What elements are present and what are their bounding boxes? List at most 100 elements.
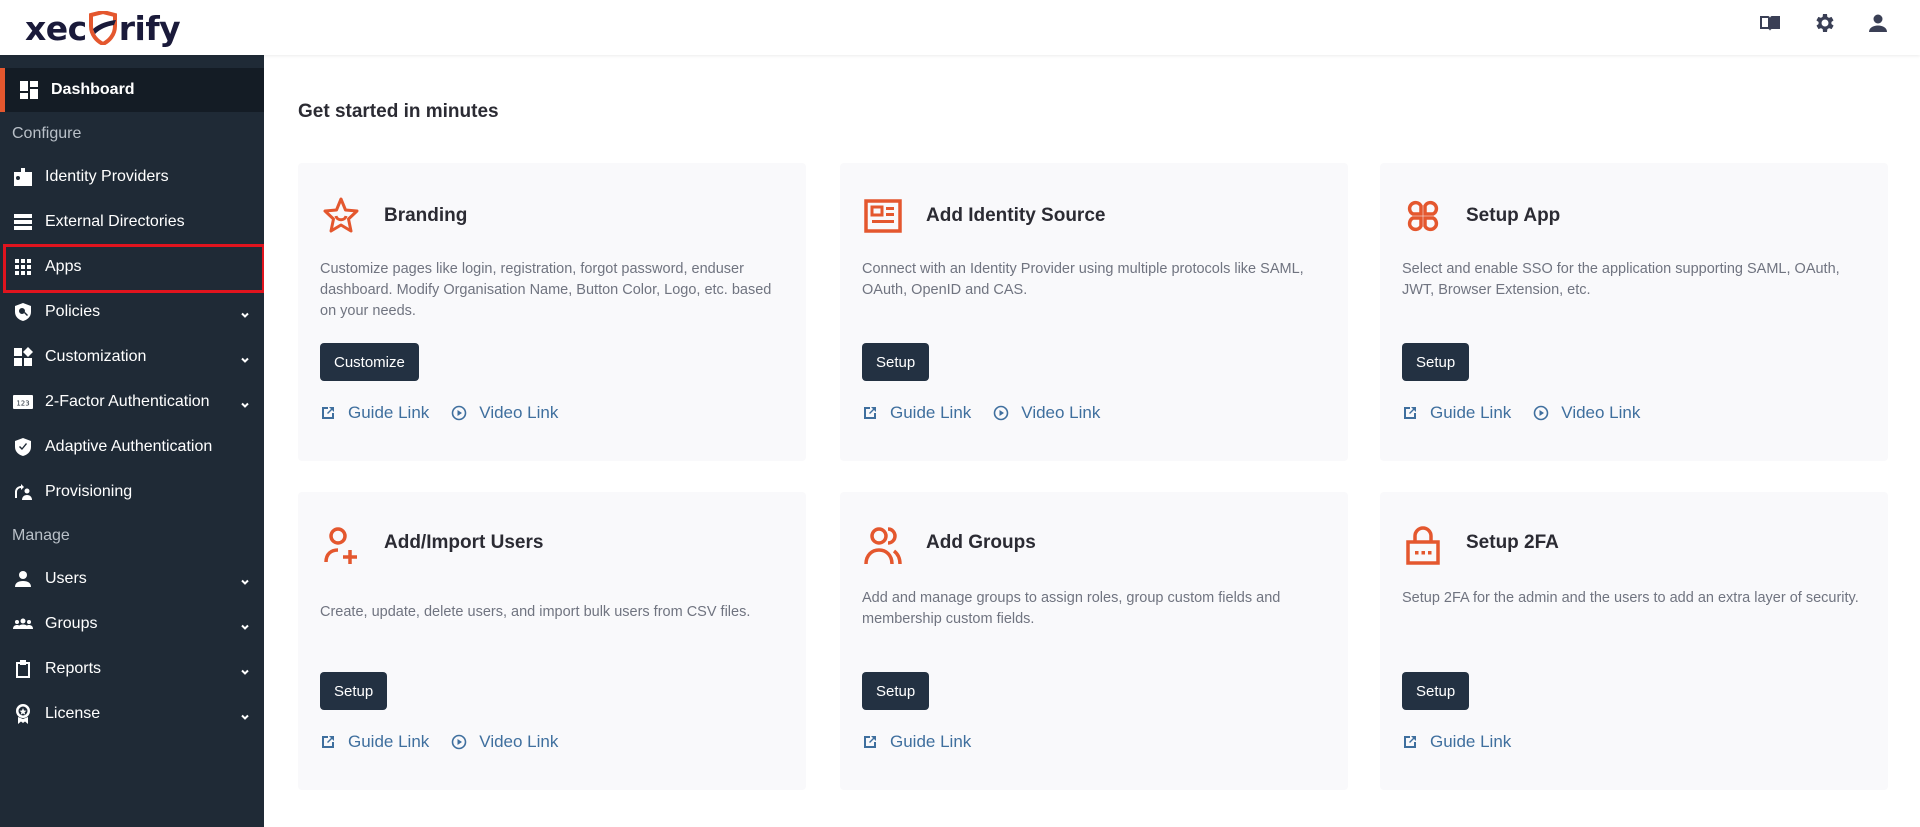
card-title: Setup 2FA	[1466, 532, 1559, 553]
sidebar-item-identity-providers[interactable]: Identity Providers	[0, 155, 264, 199]
chevron-down-icon[interactable]	[240, 397, 250, 408]
id-badge-icon	[12, 166, 34, 188]
sidebar-item-label: Provisioning	[45, 483, 133, 500]
logo[interactable]: xec rify	[25, 6, 181, 50]
sidebar-item-license[interactable]: License	[0, 692, 264, 736]
card-title: Add/Import Users	[384, 532, 544, 553]
guide-link[interactable]: Guide Link	[320, 403, 429, 423]
card-add-groups: Add Groups Add and manage groups to assi…	[840, 492, 1348, 790]
sidebar-item-label: 2-Factor Authentication	[45, 393, 210, 410]
sidebar-item-apps[interactable]: Apps	[0, 245, 264, 289]
video-link[interactable]: Video Link	[451, 403, 558, 423]
sidebar-item-external-directories[interactable]: External Directories	[0, 200, 264, 244]
play-circle-icon	[1533, 405, 1549, 421]
card-setup-app: Setup App Select and enable SSO for the …	[1380, 163, 1888, 461]
video-link[interactable]: Video Link	[993, 403, 1100, 423]
svg-text:123: 123	[16, 400, 29, 408]
shield-search-icon	[12, 301, 34, 323]
sidebar-item-label: Reports	[45, 660, 102, 677]
chevron-down-icon[interactable]	[240, 307, 250, 318]
card-description: Add and manage groups to assign roles, g…	[862, 590, 1281, 627]
setup-button[interactable]: Setup	[862, 672, 930, 710]
setup-button[interactable]: Setup	[1402, 343, 1470, 381]
award-icon	[12, 703, 34, 725]
card-description: Setup 2FA for the admin and the users to…	[1402, 590, 1859, 606]
sidebar-item-adaptive-authentication[interactable]: Adaptive Authentication	[0, 425, 264, 469]
chevron-down-icon[interactable]	[240, 619, 250, 630]
star-icon	[320, 195, 362, 237]
book-icon[interactable]	[1758, 11, 1782, 35]
guide-link[interactable]: Guide Link	[862, 403, 971, 423]
sync-user-icon	[12, 481, 34, 503]
chevron-down-icon[interactable]	[240, 709, 250, 720]
apps-icon	[1402, 195, 1444, 237]
guide-link[interactable]: Guide Link	[1402, 732, 1511, 752]
widgets-icon	[12, 346, 34, 368]
numeric-123-icon: 123	[12, 391, 34, 413]
sidebar-item-label: Apps	[45, 258, 82, 275]
section-label-configure: Configure	[12, 125, 82, 142]
section-label-manage: Manage	[12, 527, 70, 544]
sidebar-item-label: External Directories	[45, 213, 185, 230]
sidebar-item-provisioning[interactable]: Provisioning	[0, 470, 264, 514]
video-link-label: Video Link	[1021, 403, 1101, 422]
sidebar-item-customization[interactable]: Customization	[0, 335, 264, 379]
setup-button[interactable]: Setup	[320, 672, 388, 710]
sidebar-item-reports[interactable]: Reports	[0, 647, 264, 691]
sidebar-item-dashboard[interactable]: Dashboard	[0, 68, 264, 112]
top-header: xec rify	[0, 0, 1920, 55]
guide-link-label: Guide Link	[1430, 403, 1512, 422]
card-title: Add Identity Source	[926, 205, 1106, 226]
card-description: Connect with an Identity Provider using …	[862, 261, 1304, 298]
sidebar-item-label: Users	[45, 570, 87, 587]
server-list-icon	[12, 211, 34, 233]
id-card-icon	[862, 195, 904, 237]
logo-shield-icon	[88, 9, 118, 47]
sidebar-item-users[interactable]: Users	[0, 557, 264, 601]
card-add-identity-source: Add Identity Source Connect with an Iden…	[840, 163, 1348, 461]
card-title: Branding	[384, 205, 468, 226]
guide-link-label: Guide Link	[348, 403, 430, 422]
chevron-down-icon[interactable]	[240, 574, 250, 585]
sidebar-item-label: Dashboard	[51, 81, 135, 98]
external-link-icon	[322, 736, 334, 748]
dashboard-icon	[18, 79, 40, 101]
setup-button[interactable]: Setup	[1402, 672, 1470, 710]
customize-button[interactable]: Customize	[320, 343, 419, 381]
user-add-icon	[320, 524, 362, 566]
gear-icon[interactable]	[1812, 11, 1836, 35]
guide-link[interactable]: Guide Link	[1402, 403, 1511, 423]
video-link[interactable]: Video Link	[1533, 403, 1640, 423]
sidebar-item-2fa[interactable]: 123 2-Factor Authentication	[0, 380, 264, 424]
sidebar-item-groups[interactable]: Groups	[0, 602, 264, 646]
play-circle-icon	[451, 734, 467, 750]
chevron-down-icon[interactable]	[240, 664, 250, 675]
sidebar-item-label: License	[45, 705, 101, 722]
card-add-import-users: Add/Import Users Create, update, delete …	[298, 492, 806, 790]
external-link-icon	[1404, 407, 1416, 419]
external-link-icon	[864, 407, 876, 419]
guide-link[interactable]: Guide Link	[862, 732, 971, 752]
guide-link-label: Guide Link	[1430, 732, 1512, 751]
setup-button[interactable]: Setup	[862, 343, 930, 381]
guide-link[interactable]: Guide Link	[320, 732, 429, 752]
grid-icon	[12, 256, 34, 278]
card-branding: Branding Customize pages like login, reg…	[298, 163, 806, 461]
guide-link-label: Guide Link	[890, 403, 972, 422]
video-link[interactable]: Video Link	[451, 732, 558, 752]
active-indicator	[0, 68, 5, 112]
sidebar-item-label: Policies	[45, 303, 101, 320]
video-link-label: Video Link	[1561, 403, 1641, 422]
shield-check-icon	[12, 436, 34, 458]
people-group-icon	[12, 613, 34, 635]
guide-link-label: Guide Link	[348, 732, 430, 751]
person-icon	[12, 568, 34, 590]
chevron-down-icon[interactable]	[240, 352, 250, 363]
users-group-icon	[862, 524, 904, 566]
card-description: Select and enable SSO for the applicatio…	[1402, 261, 1840, 298]
logo-text-right: rify	[118, 8, 181, 48]
external-link-icon	[322, 407, 334, 419]
sidebar-item-policies[interactable]: Policies	[0, 290, 264, 334]
user-icon[interactable]	[1866, 11, 1890, 35]
sidebar-item-label: Groups	[45, 615, 98, 632]
